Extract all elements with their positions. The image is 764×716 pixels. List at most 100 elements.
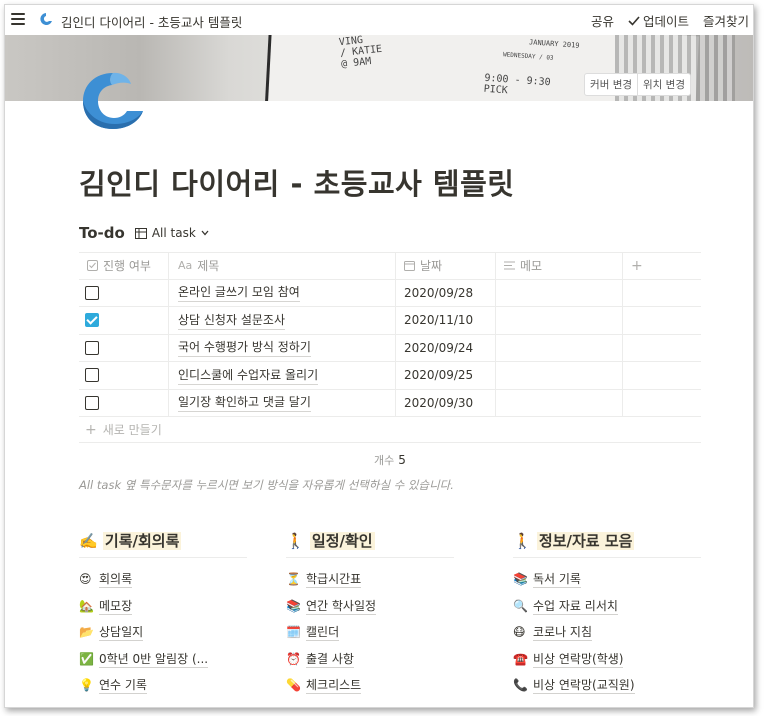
page-emoji-icon: ✅ xyxy=(79,651,94,666)
memo-cell[interactable] xyxy=(496,362,623,389)
date-cell[interactable]: 2020/09/28 xyxy=(396,279,496,306)
section-column: 🚶 일정/확인 ⏳ 학급시간표 📚 연간 학사일정 🗓️ 캘린더 ⏰ 출결 사항 💊 체크리스트 xyxy=(286,530,454,699)
column-header-date[interactable]: 날짜 xyxy=(396,253,496,279)
date-cell[interactable]: 2020/09/30 xyxy=(396,389,496,416)
done-checkbox[interactable] xyxy=(85,313,99,328)
page-emoji-icon: 💡 xyxy=(79,678,94,693)
section-emoji-icon: ✍️ xyxy=(79,532,98,550)
empty-cell xyxy=(623,362,701,389)
table-row[interactable]: 일기장 확인하고 댓글 달기 2020/09/30 xyxy=(79,389,701,417)
checkbox-icon xyxy=(87,260,98,272)
status-cell xyxy=(79,279,169,306)
table-icon xyxy=(134,227,147,239)
page-link-label: 회의록 xyxy=(99,572,133,589)
done-checkbox[interactable] xyxy=(85,368,99,383)
done-checkbox[interactable] xyxy=(85,395,99,410)
page-link[interactable]: 🗓️ 캘린더 xyxy=(286,619,454,646)
title-cell[interactable]: 상담 신청자 설문조사 xyxy=(169,307,396,334)
add-column-button[interactable]: + xyxy=(623,253,701,279)
page-icon[interactable] xyxy=(79,70,147,132)
page-link[interactable]: 💊 체크리스트 xyxy=(286,672,454,699)
status-cell xyxy=(79,362,169,389)
cover-scribble: VING / KATIE @ 9AM xyxy=(338,35,383,71)
column-header-status[interactable]: 진행 여부 xyxy=(79,253,169,279)
menu-icon[interactable] xyxy=(11,13,25,25)
updates-button[interactable]: 업데이트 xyxy=(628,11,689,30)
empty-cell xyxy=(623,307,701,334)
page-link[interactable]: 📞 비상 연락망(교직원) xyxy=(513,672,701,699)
row-date: 2020/09/24 xyxy=(404,340,474,355)
page-link[interactable]: ☎️ 비상 연락망(학생) xyxy=(513,646,701,673)
memo-cell[interactable] xyxy=(496,307,623,334)
page-link[interactable]: ⏰ 출결 사항 xyxy=(286,646,454,673)
page-link-label: 연수 기록 xyxy=(99,678,147,695)
row-title: 국어 수행평가 방식 정하기 xyxy=(178,338,311,358)
row-title: 상담 신청자 설문조사 xyxy=(178,311,285,330)
page-link[interactable]: ✅ 0학년 0반 알림장 (... xyxy=(79,646,247,673)
done-checkbox[interactable] xyxy=(85,340,99,355)
page-link-label: 학급시간표 xyxy=(306,572,362,589)
empty-cell xyxy=(623,280,701,307)
help-note: All task 옆 특수문자를 누르시면 보기 방식을 자유롭게 선택하실 수… xyxy=(79,478,454,492)
title-cell[interactable]: 국어 수행평가 방식 정하기 xyxy=(169,334,396,361)
row-date: 2020/09/28 xyxy=(404,285,474,300)
memo-cell[interactable] xyxy=(496,279,623,306)
page-link[interactable]: 💡 연수 기록 xyxy=(79,672,247,699)
page-emoji-icon: 😍 xyxy=(79,572,92,587)
page-link[interactable]: 🔍 수업 자료 리서치 xyxy=(513,593,701,620)
page-emoji-icon: 🏡 xyxy=(79,598,94,613)
page-link[interactable]: 📂 상담일지 xyxy=(79,619,247,646)
page-link[interactable]: 😷 코로나 지침 xyxy=(513,619,701,646)
column-header-title[interactable]: Aa 제목 xyxy=(169,253,396,279)
page-emoji-icon: 📂 xyxy=(79,625,94,640)
done-checkbox[interactable] xyxy=(85,285,99,300)
table-row[interactable]: 온라인 글쓰기 모임 참여 2020/09/28 xyxy=(79,279,701,307)
page-emoji-icon: 📚 xyxy=(286,598,301,613)
database-title[interactable]: To-do xyxy=(79,224,125,242)
reposition-button[interactable]: 위치 변경 xyxy=(637,74,690,95)
column-header-memo[interactable]: 메모 xyxy=(496,253,623,279)
memo-cell[interactable] xyxy=(496,389,623,416)
page-emoji-icon: 📚 xyxy=(513,572,528,587)
todo-table: 진행 여부 Aa 제목 날짜 메모 + 온라인 글쓰기 모임 참여 2020/09… xyxy=(79,252,701,468)
view-name: All task xyxy=(151,226,196,240)
page-link[interactable]: 😍 회의록 xyxy=(79,566,247,593)
table-row[interactable]: 상담 신청자 설문조사 2020/11/10 xyxy=(79,307,701,335)
table-row[interactable]: 인디스쿨에 수업자료 올리기 2020/09/25 xyxy=(79,362,701,390)
view-selector[interactable]: All task xyxy=(134,226,209,240)
app-window: 김인디 다이어리 - 초등교사 템플릿 공유 업데이트 즐겨찾기 VING / … xyxy=(4,4,754,708)
favorites-label: 즐겨찾기 xyxy=(702,14,749,29)
memo-cell[interactable] xyxy=(496,334,623,361)
change-cover-button[interactable]: 커버 변경 xyxy=(585,74,637,95)
page-link-label: 독서 기록 xyxy=(533,572,581,589)
page-link[interactable]: 📚 연간 학사일정 xyxy=(286,593,454,620)
title-cell[interactable]: 일기장 확인하고 댓글 달기 xyxy=(169,389,396,416)
section-title: 기록/회의록 xyxy=(102,532,182,550)
title-cell[interactable]: 온라인 글쓰기 모임 참여 xyxy=(169,279,396,306)
new-row-label: 새로 만들기 xyxy=(102,423,162,437)
row-date: 2020/09/25 xyxy=(404,368,474,383)
status-cell xyxy=(79,307,169,334)
page-link[interactable]: 🏡 메모장 xyxy=(79,593,247,620)
calendar-icon xyxy=(404,261,415,272)
share-button[interactable]: 공유 xyxy=(591,11,614,30)
section-heading: 🚶 일정/확인 xyxy=(286,530,454,558)
section-title: 정보/자료 모음 xyxy=(536,532,635,550)
new-row-button[interactable]: + 새로 만들기 xyxy=(79,417,701,443)
breadcrumb[interactable]: 김인디 다이어리 - 초등교사 템플릿 xyxy=(61,12,242,31)
table-row[interactable]: 국어 수행평가 방식 정하기 2020/09/24 xyxy=(79,334,701,362)
date-cell[interactable]: 2020/09/25 xyxy=(396,362,496,389)
date-cell[interactable]: 2020/09/24 xyxy=(396,334,496,361)
page-link[interactable]: ⏳ 학급시간표 xyxy=(286,566,454,593)
title-cell[interactable]: 인디스쿨에 수업자료 올리기 xyxy=(169,362,396,389)
section-column: ✍️ 기록/회의록 😍 회의록 🏡 메모장 📂 상담일지 ✅ 0학년 0반 알림장 (... 💡 연… xyxy=(79,530,247,699)
section-heading: ✍️ 기록/회의록 xyxy=(79,530,247,558)
status-cell xyxy=(79,334,169,361)
cover-controls: 커버 변경 위치 변경 xyxy=(584,73,691,96)
row-count: 개수 5 xyxy=(79,443,701,468)
favorites-button[interactable]: 즐겨찾기 xyxy=(703,11,749,30)
date-cell[interactable]: 2020/11/10 xyxy=(396,307,496,334)
page-emoji-icon: 🗓️ xyxy=(286,625,301,640)
page-link[interactable]: 📚 독서 기록 xyxy=(513,566,701,593)
row-date: 2020/09/30 xyxy=(404,395,474,410)
